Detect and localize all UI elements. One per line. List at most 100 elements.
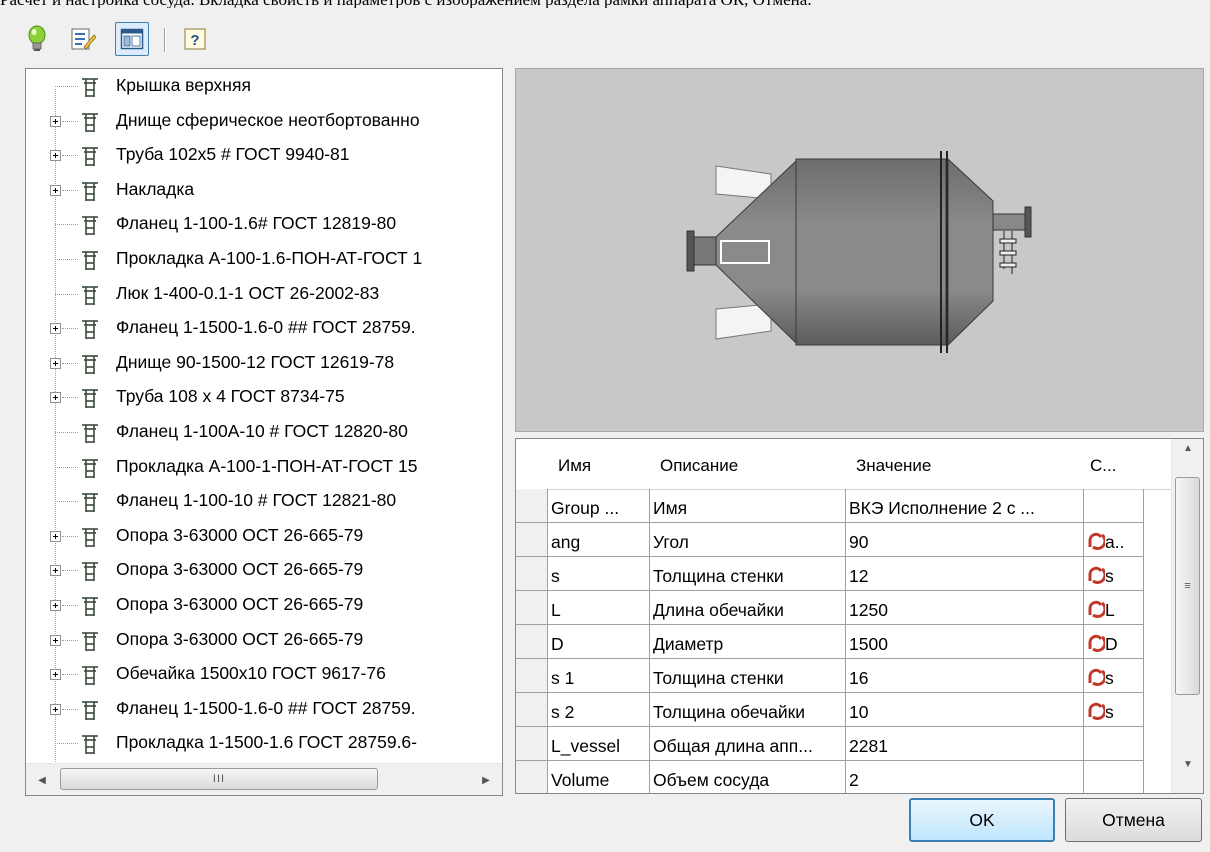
tree-item[interactable]: Опора 3-63000 ОСТ 26-665-79: [26, 521, 502, 551]
tree-item-label: Днище сферическое неотбортованно: [116, 109, 420, 130]
tree-guide-line: [62, 605, 78, 606]
component-tree[interactable]: Крышка верхняя Днище сферическое неотборт…: [25, 68, 503, 796]
tree-item[interactable]: Днище сферическое неотбортованно: [26, 106, 502, 136]
component-icon: [80, 249, 100, 271]
cell-value[interactable]: 2: [846, 761, 1084, 793]
component-icon: [80, 387, 100, 409]
expand-plus-icon[interactable]: [50, 565, 61, 577]
cell-value[interactable]: 12: [846, 557, 1084, 591]
tree-item[interactable]: Фланец 1-1500-1.6-0 ## ГОСТ 28759.: [26, 313, 502, 343]
link-icon[interactable]: [1087, 566, 1105, 586]
reference-text: L: [1105, 600, 1115, 620]
table-row[interactable]: L Длина обечайки 1250 L: [516, 591, 1171, 625]
cell-value[interactable]: ВКЭ Исполнение 2 с ...: [846, 489, 1084, 523]
tree-guide-line: [62, 535, 78, 537]
expand-plus-icon[interactable]: [50, 184, 61, 196]
tree-item[interactable]: Опора 3-63000 ОСТ 26-665-79: [26, 555, 502, 585]
expand-plus-icon[interactable]: [50, 703, 61, 715]
tree-item[interactable]: Днище 90-1500-12 ГОСТ 12619-78: [26, 348, 502, 378]
expand-plus-icon[interactable]: [50, 634, 61, 646]
expand-plus-icon[interactable]: [50, 357, 61, 369]
tree-item[interactable]: Фланец 1-100-10 # ГОСТ 12821-80: [26, 486, 502, 516]
scroll-thumb[interactable]: III: [60, 768, 378, 790]
grid-vertical-scrollbar[interactable]: ▲ ≡ ▼: [1171, 439, 1203, 793]
column-header-name[interactable]: Имя: [548, 439, 650, 489]
link-icon[interactable]: [1087, 600, 1105, 620]
vessel-drawing: [686, 151, 1032, 353]
cancel-button[interactable]: Отмена: [1065, 798, 1202, 842]
tree-item[interactable]: Люк 1-400-0.1-1 ОСТ 26-2002-83: [26, 279, 502, 309]
table-row[interactable]: s 2 Толщина обечайки 10 s: [516, 693, 1171, 727]
link-icon[interactable]: [1087, 668, 1105, 688]
scroll-down-arrow-icon[interactable]: ▼: [1172, 759, 1203, 789]
table-row[interactable]: s Толщина стенки 12 s: [516, 557, 1171, 591]
cell-value[interactable]: 90: [846, 523, 1084, 557]
ok-button[interactable]: OK: [909, 798, 1055, 842]
tree-item-label: Прокладка 1-1500-1.6 ГОСТ 28759.6-: [116, 732, 417, 753]
table-row[interactable]: D Диаметр 1500 D: [516, 625, 1171, 659]
tree-item[interactable]: Обечайка 1500х10 ГОСТ 9617-76: [26, 659, 502, 689]
tree-item[interactable]: Прокладка А-100-1-ПОН-АТ-ГОСТ 15: [26, 452, 502, 482]
scroll-up-arrow-icon[interactable]: ▲: [1172, 443, 1203, 473]
tree-item[interactable]: Опора 3-63000 ОСТ 26-665-79: [26, 590, 502, 620]
cell-reference: [1084, 761, 1144, 793]
expand-plus-icon[interactable]: [50, 392, 61, 404]
tree-item[interactable]: Прокладка 1-1500-1.6 ГОСТ 28759.6-: [26, 728, 502, 758]
table-row[interactable]: Volume Объем сосуда 2: [516, 761, 1171, 793]
table-row[interactable]: ang Угол 90 a..: [516, 523, 1171, 557]
tree-item[interactable]: Труба 108 х 4 ГОСТ 8734-75: [26, 382, 502, 412]
expand-plus-icon[interactable]: [50, 150, 61, 162]
tree-guide-line: [55, 743, 78, 745]
row-header: [516, 761, 548, 793]
vessel-preview[interactable]: [515, 68, 1204, 432]
component-icon: [80, 76, 100, 98]
tree-item[interactable]: Фланец 1-1500-1.6-0 ## ГОСТ 28759.: [26, 694, 502, 724]
tree-guide-line: [62, 189, 78, 191]
cell-value[interactable]: 10: [846, 693, 1084, 727]
cell-value[interactable]: 1250: [846, 591, 1084, 625]
link-icon[interactable]: [1087, 702, 1105, 722]
help-icon[interactable]: ?: [178, 22, 212, 56]
cell-name: Volume: [548, 761, 650, 793]
cell-value[interactable]: 2281: [846, 727, 1084, 761]
tree-guide-line: [55, 224, 78, 226]
tree-item-label: Фланец 1-100А-10 # ГОСТ 12820-80: [116, 421, 408, 441]
tree-item[interactable]: Фланец 1-100А-10 # ГОСТ 12820-80: [26, 417, 502, 447]
table-row[interactable]: L_vessel Общая длина апп... 2281: [516, 727, 1171, 761]
cell-description: Общая длина апп...: [650, 727, 846, 761]
column-header-description[interactable]: Описание: [650, 439, 842, 489]
tree-item[interactable]: Фланец 1-100-1.6# ГОСТ 12819-80: [26, 209, 502, 239]
expand-plus-icon[interactable]: [50, 530, 61, 542]
tree-item[interactable]: Накладка: [26, 175, 502, 205]
expand-plus-icon[interactable]: [50, 669, 61, 681]
scroll-thumb[interactable]: ≡: [1175, 477, 1200, 695]
cell-value[interactable]: 1500: [846, 625, 1084, 659]
tree-item[interactable]: Прокладка А-100-1.6-ПОН-АТ-ГОСТ 1: [26, 244, 502, 274]
cell-name: Group ...: [548, 489, 650, 523]
scroll-right-arrow-icon[interactable]: ▶: [470, 764, 502, 795]
expand-plus-icon[interactable]: [50, 323, 61, 335]
tree-item[interactable]: Труба 102х5 # ГОСТ 9940-81: [26, 140, 502, 170]
tree-item-label: Прокладка А-100-1-ПОН-АТ-ГОСТ 15: [116, 455, 418, 476]
cut-off-caption: Расчёт и настройка сосуда. Вкладка свойс…: [0, 0, 1210, 8]
layout-panel-icon[interactable]: [115, 22, 149, 56]
tree-item[interactable]: Крышка верхняя: [26, 71, 502, 101]
link-icon[interactable]: [1087, 634, 1105, 654]
lightbulb-icon[interactable]: [20, 22, 54, 56]
tree-horizontal-scrollbar[interactable]: ◀ III ▶: [26, 763, 502, 795]
column-header-value[interactable]: Значение: [846, 439, 1080, 489]
table-row[interactable]: Group ... Имя ВКЭ Исполнение 2 с ...: [516, 489, 1171, 523]
column-header-reference[interactable]: С...: [1080, 439, 1140, 489]
expand-plus-icon[interactable]: [50, 600, 61, 611]
cell-reference: s: [1084, 557, 1144, 591]
scroll-left-arrow-icon[interactable]: ◀: [26, 764, 58, 795]
component-icon: [80, 422, 100, 444]
edit-list-icon[interactable]: [66, 22, 100, 56]
expand-plus-icon[interactable]: [50, 115, 61, 127]
table-row[interactable]: s 1 Толщина стенки 16 s: [516, 659, 1171, 693]
tree-item[interactable]: Опора 3-63000 ОСТ 26-665-79: [26, 625, 502, 655]
properties-grid[interactable]: Имя Описание Значение С... Group ... Имя В…: [515, 438, 1204, 794]
cell-value[interactable]: 16: [846, 659, 1084, 693]
row-header-spacer: [516, 439, 542, 489]
link-icon[interactable]: [1087, 532, 1105, 552]
